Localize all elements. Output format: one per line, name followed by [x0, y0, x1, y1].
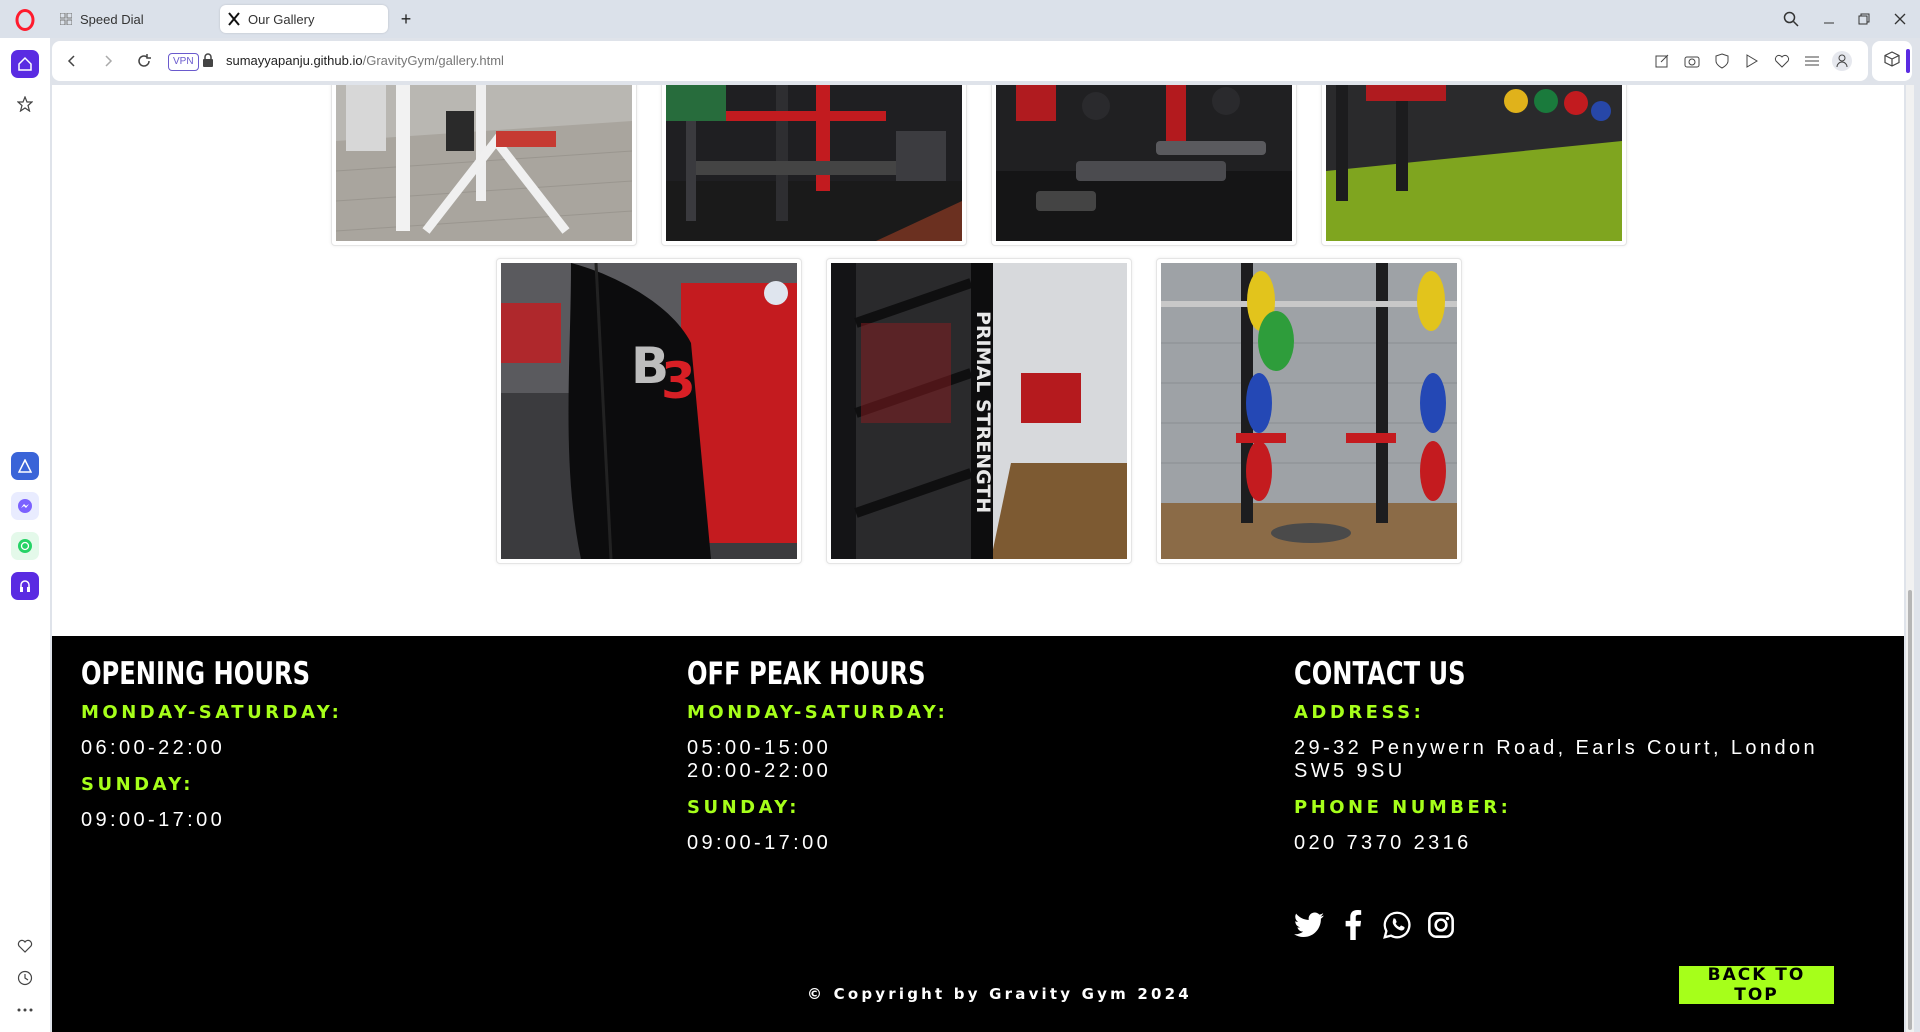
gym-image-red-rack: [666, 85, 962, 241]
url-text[interactable]: sumayyapanju.github.io/GravityGym/galler…: [226, 53, 504, 68]
tab-speed-dial[interactable]: Speed Dial: [52, 5, 212, 33]
page-viewport: B 3 PRIMAL STRENGTH OPENING HOURS MONDAY…: [52, 85, 1904, 1032]
close-icon[interactable]: [1889, 8, 1911, 30]
gym-image-squat-rack: [1161, 263, 1457, 559]
new-tab-button[interactable]: +: [396, 9, 416, 29]
heart-icon[interactable]: [1772, 51, 1792, 71]
gym-image-b3-hoodie: B 3: [501, 263, 797, 559]
shield-icon[interactable]: [1712, 51, 1732, 71]
sidebar-accent-bar: [1906, 49, 1910, 73]
messenger-icon[interactable]: [11, 492, 39, 520]
restore-icon[interactable]: [1853, 8, 1875, 30]
gym-favicon-icon: [226, 11, 242, 27]
address-value: 29-32 Penywern Road, Earls Court, London…: [1294, 737, 1819, 782]
gym-image-white-machine: [336, 85, 632, 241]
whatsapp-icon[interactable]: [1382, 910, 1412, 940]
site-footer: OPENING HOURS MONDAY-SATURDAY: 06:00-22:…: [52, 636, 1904, 1032]
opera-sidebar: [0, 38, 50, 1032]
minimize-icon[interactable]: [1818, 8, 1840, 30]
offpeak-weekday-value-2: 20:00-22:00: [687, 760, 832, 782]
tab-bar: Speed Dial Our Gallery +: [0, 0, 1920, 38]
edit-icon[interactable]: [1652, 51, 1672, 71]
tab-label: Speed Dial: [80, 11, 144, 27]
offpeak-weekday-value-1: 05:00-15:00: [687, 737, 832, 759]
svg-text:3: 3: [661, 352, 696, 410]
opening-weekday-label: MONDAY-SATURDAY:: [81, 702, 343, 723]
off-peak-title: OFF PEAK HOURS: [687, 656, 926, 692]
reload-icon[interactable]: [134, 51, 154, 71]
back-icon[interactable]: [62, 51, 82, 71]
vpn-badge[interactable]: VPN: [168, 53, 199, 71]
play-icon[interactable]: [1742, 51, 1762, 71]
gallery-item[interactable]: PRIMAL STRENGTH: [826, 258, 1132, 564]
profile-icon[interactable]: [1832, 51, 1852, 71]
url-host: sumayyapanju.github.io: [226, 53, 363, 68]
easy-setup-icon[interactable]: [1802, 51, 1822, 71]
opening-weekday-value: 06:00-22:00: [81, 737, 226, 759]
bookmarks-star-icon[interactable]: [11, 90, 39, 118]
offpeak-sunday-value: 09:00-17:00: [687, 832, 832, 854]
facebook-icon[interactable]: [1338, 910, 1368, 940]
gallery-item[interactable]: [331, 85, 637, 246]
off-peak-hours-column: OFF PEAK HOURS MONDAY-SATURDAY: 05:00-15…: [687, 656, 1247, 855]
aria-icon[interactable]: [11, 452, 39, 480]
back-to-top-button[interactable]: BACK TO TOP: [1679, 965, 1834, 1005]
tab-label: Our Gallery: [248, 11, 315, 27]
svg-text:PRIMAL STRENGTH: PRIMAL STRENGTH: [972, 311, 994, 513]
offpeak-sunday-label: SUNDAY:: [687, 797, 800, 818]
music-player-icon[interactable]: [11, 572, 39, 600]
contact-title: CONTACT US: [1294, 656, 1466, 692]
social-links: [1294, 910, 1456, 940]
history-clock-icon[interactable]: [11, 964, 39, 992]
opening-sunday-value: 09:00-17:00: [81, 809, 226, 831]
offpeak-weekday-label: MONDAY-SATURDAY:: [687, 702, 949, 723]
gym-image-benches: [996, 85, 1292, 241]
instagram-icon[interactable]: [1426, 910, 1456, 940]
address-label: ADDRESS:: [1294, 702, 1425, 723]
twitter-icon[interactable]: [1294, 910, 1324, 940]
gallery-item[interactable]: B 3: [496, 258, 802, 564]
opening-hours-title: OPENING HOURS: [81, 656, 310, 692]
gallery-item[interactable]: [1321, 85, 1627, 246]
opening-sunday-label: SUNDAY:: [81, 774, 194, 795]
url-path: /GravityGym/gallery.html: [362, 53, 504, 68]
camera-icon[interactable]: [1682, 51, 1702, 71]
opera-logo-icon[interactable]: [14, 9, 36, 31]
forward-icon[interactable]: [98, 51, 118, 71]
address-bar: VPN sumayyapanju.github.io/GravityGym/ga…: [52, 41, 1868, 81]
more-options-icon[interactable]: [11, 996, 39, 1024]
gallery-item[interactable]: [1156, 258, 1462, 564]
gym-image-turf: [1326, 85, 1622, 241]
gym-image-primal-strength: PRIMAL STRENGTH: [831, 263, 1127, 559]
search-tabs-icon[interactable]: [1780, 8, 1802, 30]
home-icon[interactable]: [11, 50, 39, 78]
opening-hours-column: OPENING HOURS MONDAY-SATURDAY: 06:00-22:…: [81, 656, 641, 832]
grid-icon: [58, 11, 74, 27]
phone-value: 020 7370 2316: [1294, 832, 1472, 854]
contact-us-column: CONTACT US ADDRESS: 29-32 Penywern Road,…: [1294, 656, 1874, 855]
scrollbar-thumb[interactable]: [1908, 590, 1912, 1030]
cube-icon: [1884, 50, 1900, 72]
lock-icon[interactable]: [202, 53, 218, 69]
favorites-heart-icon[interactable]: [11, 932, 39, 960]
whatsapp-sidebar-icon[interactable]: [11, 532, 39, 560]
tab-our-gallery[interactable]: Our Gallery: [220, 5, 388, 33]
copyright-text: © Copyright by Gravity Gym 2024: [807, 985, 1192, 1003]
gallery-item[interactable]: [661, 85, 967, 246]
gallery-item[interactable]: [991, 85, 1297, 246]
phone-label: PHONE NUMBER:: [1294, 797, 1512, 818]
